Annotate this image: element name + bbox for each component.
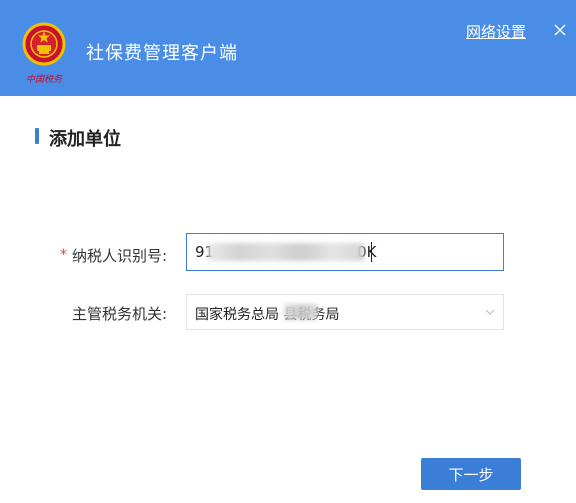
next-step-button[interactable]: 下一步 — [421, 458, 521, 490]
section-title: 添加单位 — [49, 129, 121, 150]
emblem-caption: 中国税务 — [26, 75, 63, 85]
network-settings-link[interactable]: 网络设置 — [466, 21, 526, 42]
tax-bureau-label: 主管税务机关: — [72, 305, 168, 323]
required-marker: * — [60, 247, 67, 263]
text-caret — [371, 242, 372, 262]
tax-bureau-select[interactable]: 国家税务总局 县税务局 — [186, 294, 504, 330]
redacted-region — [284, 304, 318, 320]
close-icon[interactable] — [552, 22, 568, 38]
chevron-down-icon[interactable] — [484, 306, 496, 318]
tax-id-label: 纳税人识别号: — [72, 247, 168, 265]
section-accent-bar — [35, 128, 39, 144]
redacted-region — [208, 243, 364, 261]
app-title: 社保费管理客户端 — [86, 43, 238, 64]
national-emblem-icon — [22, 22, 66, 66]
title-bar: 中国税务 社保费管理客户端 网络设置 — [0, 0, 576, 96]
app-window: 中国税务 社保费管理客户端 网络设置 添加单位 * 纳税人识别号: 主管税务机关… — [0, 0, 576, 503]
